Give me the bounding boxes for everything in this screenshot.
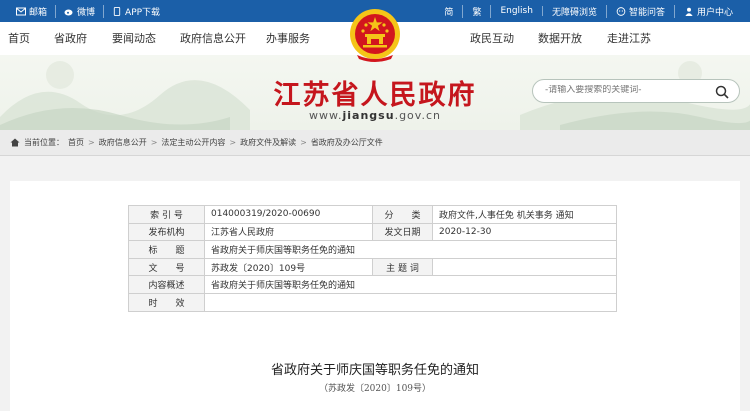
accessibility-link[interactable]: 无障碍浏览 [543, 4, 607, 18]
index-value: 014000319/2020-00690 [204, 205, 373, 224]
date-label: 发文日期 [372, 222, 433, 242]
category-label: 分 类 [372, 205, 433, 224]
category-value: 政府文件,人事任免 机关事务 通知 [432, 205, 617, 224]
site-url-domain: jiangsu [342, 109, 395, 122]
simplified-chinese-link[interactable]: 简 [435, 4, 464, 18]
subject-value [432, 257, 617, 277]
assistant-link[interactable]: 智能问答 [607, 4, 675, 18]
title-label: 标 题 [128, 240, 205, 259]
nav-item-info-disclosure[interactable]: 政府信息公开 [180, 22, 246, 55]
doc-number-value: 苏政发〔2020〕109号 [204, 257, 373, 277]
breadcrumb-label: 当前位置： [24, 138, 64, 147]
table-row: 索 引 号 014000319/2020-00690 分 类 政府文件,人事任免… [128, 205, 617, 224]
search-input[interactable] [545, 85, 705, 95]
nav-item-province-government[interactable]: 省政府 [54, 22, 87, 55]
breadcrumb-separator: > [88, 138, 95, 147]
weibo-label: 微博 [77, 7, 96, 18]
subject-label: 主 题 词 [372, 257, 433, 277]
traditional-label: 繁 [472, 7, 482, 18]
traditional-chinese-link[interactable]: 繁 [463, 4, 492, 18]
assistant-icon [616, 6, 626, 16]
app-download-label: APP下载 [125, 7, 161, 18]
table-row: 标 题 省政府关于师庆国等职务任免的通知 [128, 240, 617, 259]
national-emblem-icon [350, 9, 400, 62]
breadcrumb-item[interactable]: 首页 [68, 137, 84, 148]
app-download-link[interactable]: APP下载 [104, 5, 168, 18]
nav-item-about-jiangsu[interactable]: 走进江苏 [607, 22, 651, 55]
mail-link[interactable]: 邮箱 [8, 4, 57, 18]
mail-label: 邮箱 [29, 7, 48, 18]
breadcrumb-item[interactable]: 法定主动公开内容 [161, 137, 225, 148]
breadcrumb-item[interactable]: 政府信息公开 [99, 137, 147, 148]
document-number: （苏政发〔2020〕109号） [318, 384, 432, 394]
assistant-label: 智能问答 [628, 7, 665, 18]
issuer-value: 江苏省人民政府 [204, 222, 373, 242]
summary-label: 内容概述 [128, 275, 205, 294]
english-label: English [500, 6, 533, 16]
document-metadata-table: 索 引 号 014000319/2020-00690 分 类 政府文件,人事任免… [128, 205, 617, 312]
user-icon [685, 7, 693, 16]
breadcrumb-item[interactable]: 政府文件及解读 [240, 137, 296, 148]
weibo-icon [64, 9, 73, 15]
breadcrumb-item[interactable]: 省政府及办公厅文件 [311, 137, 383, 148]
index-label: 索 引 号 [128, 205, 205, 224]
table-row: 时 效 [128, 292, 617, 312]
breadcrumb: 当前位置： 首页 > 政府信息公开 > 法定主动公开内容 > 政府文件及解读 >… [0, 130, 750, 156]
site-url: www.jiangsu.gov.cn [0, 109, 750, 122]
document-title: 省政府关于师庆国等职务任免的通知 [270, 363, 479, 378]
table-row: 发布机构 江苏省人民政府 发文日期 2020-12-30 [128, 222, 617, 242]
nav-item-news[interactable]: 要闻动态 [112, 22, 156, 55]
site-banner: 江苏省人民政府 www.jiangsu.gov.cn [0, 55, 750, 130]
user-center-label: 用户中心 [696, 7, 733, 18]
doc-number-label: 文 号 [128, 257, 205, 277]
search-icon[interactable] [715, 85, 729, 99]
search-box [532, 79, 740, 103]
mail-icon [16, 7, 26, 15]
app-icon [113, 6, 121, 16]
breadcrumb-separator: > [300, 138, 307, 147]
nav-item-open-data[interactable]: 数据开放 [538, 22, 582, 55]
accessibility-label: 无障碍浏览 [551, 7, 597, 18]
validity-label: 时 效 [128, 292, 205, 312]
issuer-label: 发布机构 [128, 222, 205, 242]
english-link[interactable]: English [491, 6, 543, 16]
validity-value [204, 292, 617, 312]
nav-item-home[interactable]: 首页 [8, 22, 30, 55]
breadcrumb-separator: > [150, 138, 158, 147]
breadcrumb-separator: > [229, 138, 237, 147]
site-url-suffix: .gov.cn [394, 109, 441, 122]
home-icon [10, 138, 20, 147]
simplified-label: 简 [444, 7, 454, 18]
table-row: 内容概述 省政府关于师庆国等职务任免的通知 [128, 275, 617, 294]
table-row: 文 号 苏政发〔2020〕109号 主 题 词 [128, 257, 617, 277]
user-center-link[interactable]: 用户中心 [675, 5, 742, 18]
site-url-prefix: www. [309, 109, 343, 122]
summary-value: 省政府关于师庆国等职务任免的通知 [204, 275, 617, 294]
date-value: 2020-12-30 [432, 222, 617, 242]
weibo-link[interactable]: 微博 [56, 4, 105, 18]
document-content: 索 引 号 014000319/2020-00690 分 类 政府文件,人事任免… [10, 181, 740, 411]
nav-item-interaction[interactable]: 政民互动 [470, 22, 514, 55]
title-value: 省政府关于师庆国等职务任免的通知 [204, 240, 617, 259]
nav-item-services[interactable]: 办事服务 [266, 22, 310, 55]
